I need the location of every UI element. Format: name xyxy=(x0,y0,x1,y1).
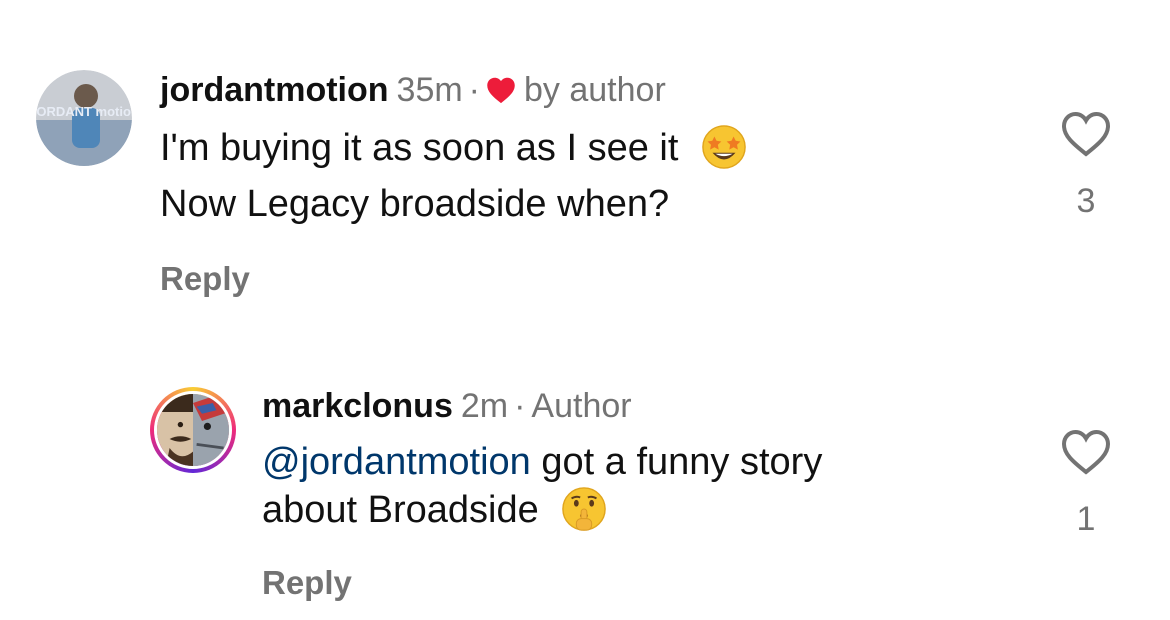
comment-meta: jordantmotion 35m · by author xyxy=(160,68,1020,112)
comment-body: markclonus 2m · Author @jordantmotion got a… xyxy=(262,384,1022,534)
timestamp: 35m xyxy=(396,71,463,109)
separator-dot: · xyxy=(514,387,526,425)
comment-line-1: I'm buying it as soon as I see it xyxy=(160,127,679,169)
like-button[interactable]: 3 xyxy=(1058,110,1114,221)
avatar[interactable] xyxy=(154,391,232,469)
like-button[interactable]: 1 xyxy=(1058,428,1114,539)
comment-body: jordantmotion 35m · by author I'm buying it… xyxy=(160,68,1020,232)
comment-meta: markclonus 2m · Author xyxy=(262,384,1022,428)
author-badge: Author xyxy=(531,387,632,425)
comment: JORDANT motion jordantmotion35m· by autho… xyxy=(0,0,1170,320)
comment-line-1: got a funny story xyxy=(530,441,823,483)
avatar[interactable]: JORDANT motion xyxy=(36,70,132,166)
heart-filled-icon xyxy=(487,77,515,104)
username[interactable]: jordantmotion xyxy=(160,71,389,109)
comment-reply: markclonus 2m · Author @jordantmotion got a… xyxy=(0,320,1170,620)
reply-button[interactable]: Reply xyxy=(262,564,352,602)
comment-text: I'm buying it as soon as I see it Now Le… xyxy=(160,120,1020,232)
comment-line-2: Now Legacy broadside when? xyxy=(160,183,670,225)
comment-text: @jordantmotion got a funny story about B… xyxy=(262,438,1022,534)
avatar-logo-text: JORDANT motion xyxy=(36,104,132,119)
mention-link[interactable]: @jordantmotion xyxy=(262,441,531,483)
timestamp: 2m xyxy=(460,387,509,425)
reply-button[interactable]: Reply xyxy=(160,260,250,298)
shushing-face-emoji-icon xyxy=(562,487,607,531)
username[interactable]: markclonus xyxy=(262,387,453,425)
like-count: 3 xyxy=(1076,182,1096,220)
comment-line-2: about Broadside xyxy=(262,489,539,531)
like-count: 1 xyxy=(1076,500,1096,538)
star-struck-emoji-icon xyxy=(702,125,746,169)
separator-dot: · xyxy=(468,71,480,109)
avatar-story-ring[interactable] xyxy=(150,387,236,473)
liked-by-author-label: by author xyxy=(524,71,666,109)
heart-outline-icon[interactable] xyxy=(1059,428,1113,476)
heart-outline-icon[interactable] xyxy=(1059,110,1113,158)
